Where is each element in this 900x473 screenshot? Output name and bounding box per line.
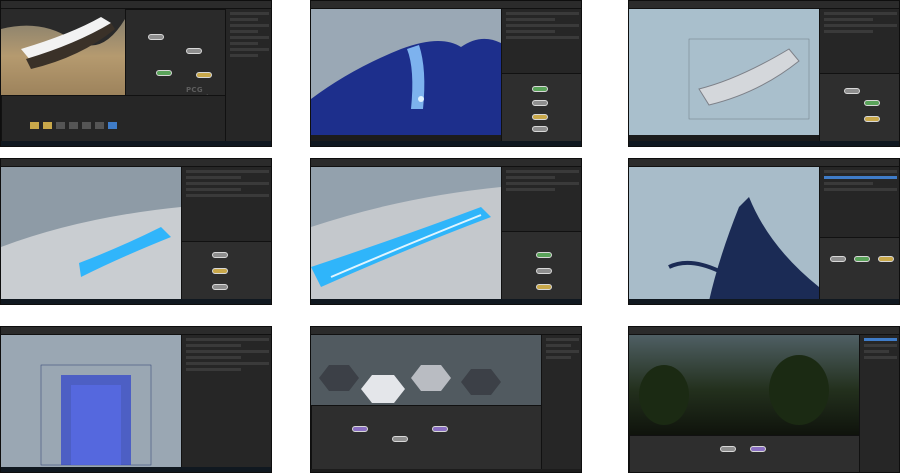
tree [769, 355, 829, 425]
hex-rock [461, 369, 501, 395]
graph-node[interactable] [196, 72, 212, 78]
river-terrain-2 [311, 187, 501, 301]
graph-node[interactable] [352, 426, 368, 432]
depth-shape [668, 197, 819, 301]
menu-bar[interactable] [1, 1, 271, 16]
graph-node[interactable] [212, 252, 228, 258]
menu-bar[interactable] [311, 1, 581, 16]
menu-bar[interactable] [629, 159, 899, 174]
taskbar[interactable] [1, 467, 271, 472]
graph-node[interactable] [750, 446, 766, 452]
graph-node[interactable] [432, 426, 448, 432]
hex-rock [361, 375, 405, 403]
parameter-panel[interactable] [501, 9, 581, 73]
content-browser[interactable] [1, 95, 225, 143]
network-view[interactable] [181, 241, 271, 301]
parameter-panel[interactable] [819, 9, 899, 73]
network-view[interactable] [819, 73, 899, 143]
parameter-panel[interactable] [181, 167, 271, 241]
screenshot-hex-rocks[interactable] [310, 326, 582, 473]
pcg-node-graph[interactable]: PCG Graph [125, 9, 225, 102]
terrain-ridge-shape [1, 9, 125, 69]
network-view[interactable] [819, 237, 899, 301]
graph-node[interactable] [536, 252, 552, 258]
taskbar[interactable] [311, 141, 581, 146]
details-panel[interactable] [859, 335, 899, 472]
details-panel[interactable] [225, 9, 271, 143]
menu-bar[interactable] [311, 159, 581, 174]
river-terrain-1 [1, 207, 181, 301]
graph-node[interactable] [392, 436, 408, 442]
graph-node[interactable] [864, 100, 880, 106]
network-view[interactable] [501, 231, 581, 301]
screenshot-depth-map[interactable] [628, 158, 900, 305]
tree [639, 365, 689, 425]
graph-node[interactable] [212, 268, 228, 274]
node-graph[interactable] [311, 405, 541, 469]
graph-node[interactable] [536, 284, 552, 290]
landslide-terrain [311, 38, 501, 135]
parameter-panel[interactable] [819, 167, 899, 237]
network-view[interactable] [501, 73, 581, 143]
graph-node[interactable] [532, 100, 548, 106]
taskbar[interactable] [1, 141, 271, 146]
parameter-panel[interactable] [181, 335, 271, 472]
menu-bar[interactable] [629, 1, 899, 16]
screenshot-forest-river[interactable] [628, 326, 900, 473]
hex-rock [411, 365, 451, 391]
viewport-forest[interactable] [629, 335, 859, 435]
viewport-river-2[interactable] [311, 167, 501, 301]
graph-node[interactable] [156, 70, 172, 76]
screenshot-valley-mesh[interactable] [628, 0, 900, 147]
graph-node[interactable] [532, 126, 548, 132]
graph-node[interactable] [720, 446, 736, 452]
menu-bar[interactable] [629, 327, 899, 342]
screenshot-pcg-graph[interactable]: PCG Graph [0, 0, 272, 147]
menu-bar[interactable] [311, 327, 581, 342]
graph-node[interactable] [878, 256, 894, 262]
graph-node[interactable] [854, 256, 870, 262]
graph-node[interactable] [532, 86, 548, 92]
taskbar[interactable] [1, 299, 271, 304]
viewport-desert[interactable] [1, 9, 125, 95]
menu-bar[interactable] [1, 327, 271, 342]
viewport-hex[interactable] [311, 335, 541, 405]
hex-rock [319, 365, 359, 391]
graph-node[interactable] [844, 88, 860, 94]
screenshot-river-sim-2[interactable] [310, 158, 582, 305]
screenshot-river-sim-1[interactable] [0, 158, 272, 305]
screenshot-landslide[interactable] [310, 0, 582, 147]
graph-node[interactable] [148, 34, 164, 40]
graph-node[interactable] [532, 114, 548, 120]
parameter-panel[interactable] [501, 167, 581, 231]
taskbar[interactable] [629, 141, 899, 146]
graph-node[interactable] [212, 284, 228, 290]
graph-node[interactable] [830, 256, 846, 262]
details-panel[interactable] [541, 335, 581, 469]
voxel-grid-shape [40, 364, 152, 466]
graph-node[interactable] [536, 268, 552, 274]
valley-mesh-shape [688, 38, 810, 120]
viewport-river-1[interactable] [1, 167, 181, 301]
graph-node[interactable] [864, 116, 880, 122]
menu-bar[interactable] [1, 159, 271, 174]
viewport-landslide[interactable] [311, 9, 501, 135]
taskbar[interactable] [311, 299, 581, 304]
taskbar[interactable] [629, 299, 899, 304]
viewport-depth[interactable] [629, 167, 819, 301]
node-graph[interactable] [629, 435, 859, 472]
graph-node[interactable] [186, 48, 202, 54]
viewport-valley[interactable] [629, 9, 819, 135]
screenshot-voxel-volume[interactable] [0, 326, 272, 473]
viewport-voxel[interactable] [1, 335, 181, 472]
